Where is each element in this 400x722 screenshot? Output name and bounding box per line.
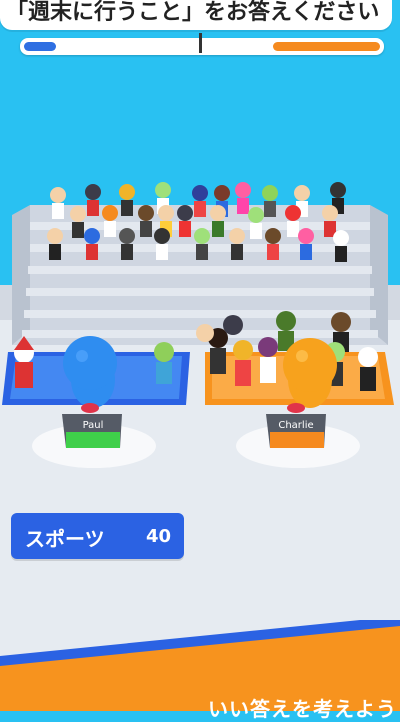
category-label: スポーツ: [25, 527, 105, 551]
hint-text: いい答えを考えよう: [208, 697, 397, 721]
category-count: 40: [145, 526, 171, 547]
game-scene: Paul Charlie: [0, 182, 400, 660]
question-banner: 「週末に行うこと」をお答えください: [0, 0, 392, 30]
player-left-nameplate: Paul: [83, 420, 104, 431]
score-bar: [20, 38, 384, 55]
score-bar-left-fill: [24, 42, 56, 51]
player-right-nameplate: Charlie: [278, 420, 313, 431]
zombie-character: [154, 342, 174, 384]
score-bar-center-marker: [199, 33, 202, 53]
question-text: 「週末に行うこと」をお答えください: [6, 0, 380, 25]
category-panel: スポーツ 40: [11, 513, 184, 559]
score-bar-right-fill: [273, 42, 380, 51]
